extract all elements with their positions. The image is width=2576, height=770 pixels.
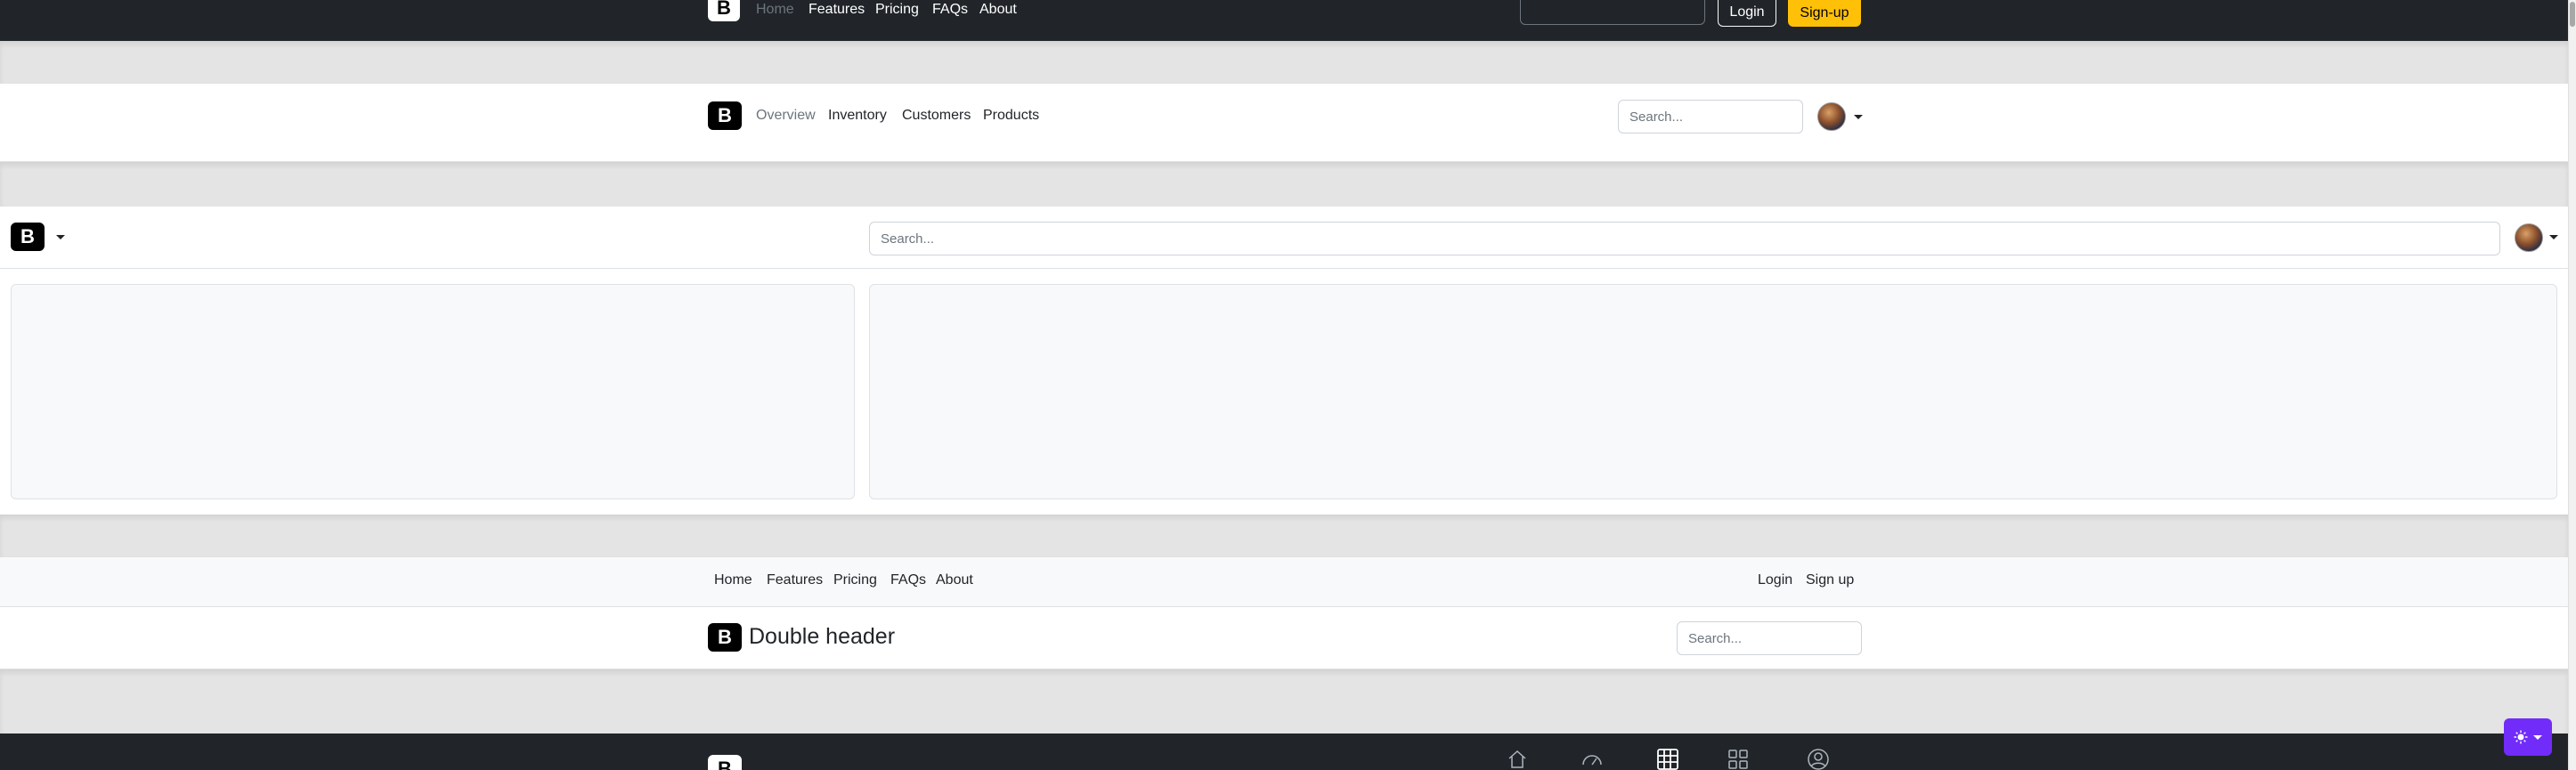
- avatar[interactable]: [1817, 102, 1846, 131]
- chevron-down-icon: [2533, 734, 2542, 740]
- avatar[interactable]: [2515, 223, 2543, 252]
- double-header-bottom: B Double header Search...: [0, 607, 2568, 669]
- theme-toggle-button[interactable]: [2504, 718, 2552, 756]
- bootstrap-logo[interactable]: B: [708, 623, 742, 652]
- app-topbar: B Search...: [0, 207, 2568, 269]
- sidebar-panel: [11, 284, 855, 499]
- header-app: B Search...: [0, 207, 2568, 515]
- login-link[interactable]: Login: [1758, 572, 1792, 588]
- speedometer-icon[interactable]: [1581, 749, 1604, 770]
- section-divider: [0, 515, 2568, 557]
- nav-pricing[interactable]: Pricing: [833, 572, 877, 588]
- nav-faqs[interactable]: FAQs: [890, 572, 926, 588]
- section-divider: [0, 669, 2568, 734]
- sun-icon: [2514, 730, 2528, 744]
- bootstrap-logo[interactable]: B: [708, 755, 742, 770]
- search-input[interactable]: Search...: [869, 222, 2500, 255]
- nav-products[interactable]: Products: [983, 108, 1039, 124]
- nav-overview[interactable]: Overview: [756, 108, 816, 124]
- person-circle-icon[interactable]: [1807, 748, 1830, 770]
- nav-features[interactable]: Features: [809, 2, 865, 18]
- chevron-down-icon[interactable]: [56, 235, 65, 239]
- home-icon[interactable]: [1507, 749, 1528, 770]
- nav-pricing[interactable]: Pricing: [875, 2, 919, 18]
- double-header-top: Home Features Pricing FAQs About Login S…: [0, 557, 2568, 607]
- bootstrap-logo[interactable]: B: [11, 223, 45, 251]
- nav-about[interactable]: About: [979, 2, 1017, 18]
- nav-faqs[interactable]: FAQs: [932, 2, 968, 18]
- page-title: Double header: [749, 624, 896, 649]
- bootstrap-logo[interactable]: B: [708, 101, 742, 130]
- nav-customers[interactable]: Customers: [902, 108, 971, 124]
- chevron-down-icon[interactable]: [1854, 115, 1863, 119]
- nav-home[interactable]: Home: [756, 2, 794, 18]
- bootstrap-logo[interactable]: B: [708, 0, 740, 21]
- section-divider: [0, 162, 2568, 207]
- signup-button[interactable]: Sign-up: [1788, 0, 1861, 27]
- signup-link[interactable]: Sign up: [1806, 572, 1854, 588]
- scrollbar-thumb[interactable]: [2570, 2, 2575, 27]
- nav-inventory[interactable]: Inventory: [828, 108, 887, 124]
- main-panel: [869, 284, 2557, 499]
- chevron-down-icon[interactable]: [2549, 235, 2558, 239]
- nav-features[interactable]: Features: [767, 572, 823, 588]
- grid-icon[interactable]: [1727, 749, 1749, 770]
- table-icon[interactable]: [1656, 748, 1679, 770]
- login-button[interactable]: Login: [1718, 0, 1776, 27]
- nav-about[interactable]: About: [936, 572, 973, 588]
- section-divider: [0, 41, 2568, 84]
- header-light-nav: B Overview Inventory Customers Products …: [0, 84, 2568, 162]
- nav-home[interactable]: Home: [714, 572, 752, 588]
- scrollbar[interactable]: [2568, 0, 2576, 770]
- search-input[interactable]: Search...: [1677, 621, 1862, 655]
- header-dark: B Home Features Pricing FAQs About Login…: [0, 0, 2568, 41]
- header-dark-icons: B: [0, 734, 2568, 770]
- search-input[interactable]: [1520, 0, 1705, 25]
- search-input[interactable]: Search...: [1618, 100, 1803, 134]
